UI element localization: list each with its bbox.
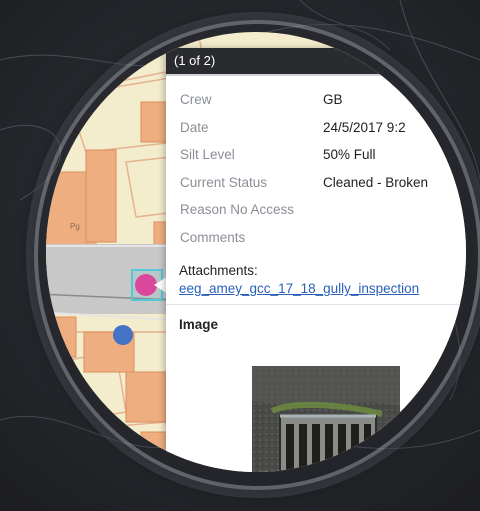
- attr-row-date: Date 24/5/2017 9:2: [180, 114, 466, 142]
- attr-key: Silt Level: [180, 147, 235, 163]
- attribute-table: Crew GB Date 24/5/2017 9:2 Silt Level 50…: [180, 86, 466, 251]
- attr-key: Current Status: [180, 174, 268, 190]
- attr-key: Date: [180, 119, 209, 135]
- attr-value: 50% Full: [323, 147, 376, 163]
- popup-header: (1 of 2): [166, 48, 466, 76]
- attr-key: Crew: [180, 92, 212, 108]
- building: [140, 101, 170, 143]
- attachments-section: Attachments: eeg_amey_gcc_17_18_gully_in…: [179, 263, 466, 296]
- building: [85, 149, 117, 243]
- parcel-label: Pg: [70, 222, 80, 231]
- building: [46, 316, 77, 358]
- attr-row-crew: Crew GB: [180, 86, 466, 114]
- magnifier-lens: Pg (1 of 2) Crew GB Date 24/5/2017 9:2 S…: [46, 32, 466, 472]
- attr-value: GB: [323, 92, 343, 108]
- divider: [166, 304, 466, 305]
- building: [125, 371, 167, 423]
- attr-row-current-status: Current Status Cleaned - Broken: [180, 169, 466, 197]
- feature-popup: (1 of 2) Crew GB Date 24/5/2017 9:2 Silt…: [166, 48, 466, 472]
- attachment-link[interactable]: eeg_amey_gcc_17_18_gully_inspection: [179, 281, 466, 296]
- selected-gully-point[interactable]: [135, 274, 157, 296]
- gully-point[interactable]: [113, 325, 133, 345]
- attachments-label: Attachments:: [179, 263, 258, 278]
- attr-value: Cleaned - Broken: [323, 174, 429, 190]
- attr-row-silt-level: Silt Level 50% Full: [180, 141, 466, 169]
- attr-key: Reason No Access: [180, 202, 295, 218]
- attr-row-reason-no-access: Reason No Access: [180, 196, 466, 224]
- attr-row-comments: Comments: [180, 224, 466, 252]
- gully-photo[interactable]: [252, 366, 400, 472]
- image-title: Image: [179, 317, 219, 332]
- attr-value: 24/5/2017 9:2: [323, 119, 406, 135]
- attr-key: Comments: [180, 229, 246, 245]
